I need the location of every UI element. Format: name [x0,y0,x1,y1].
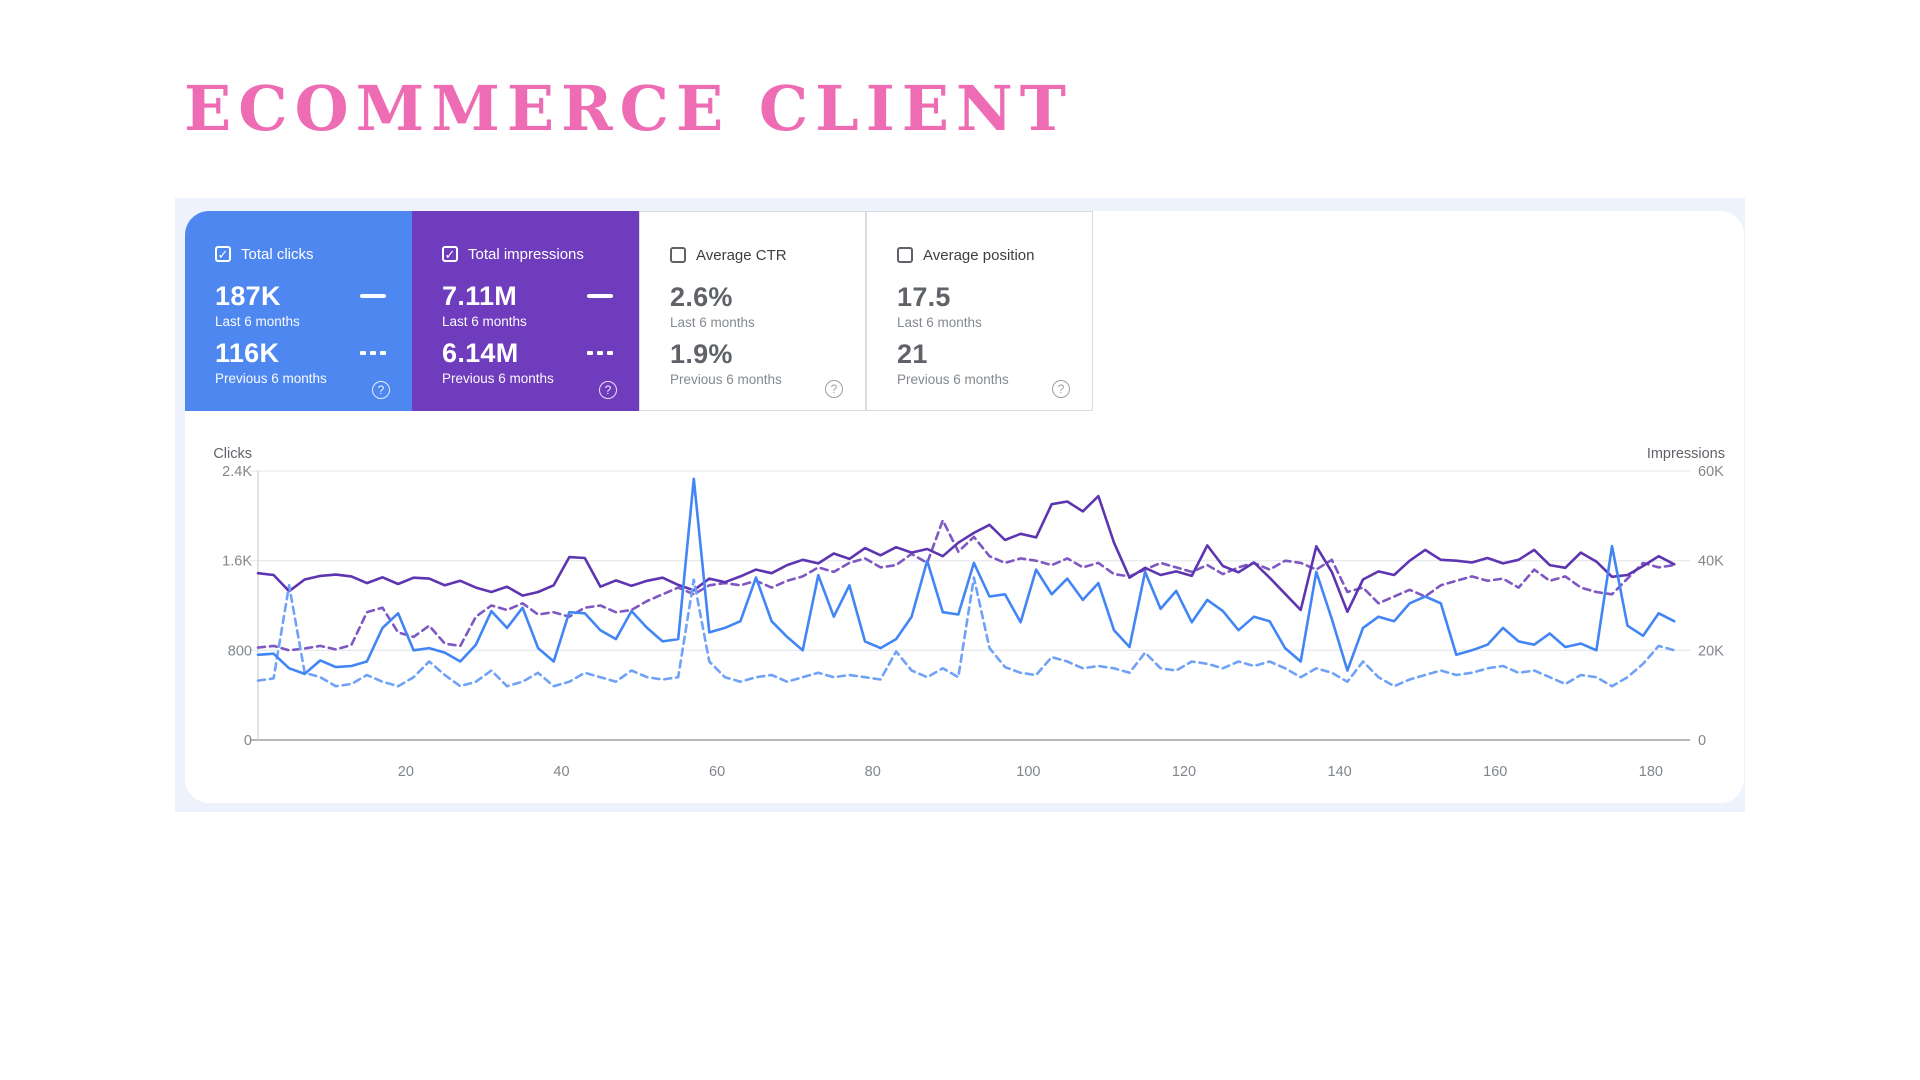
series-impressions-current [256,494,1676,614]
svg-text:20K: 20K [1698,643,1724,659]
performance-card: ✓ Total clicks 187K Last 6 months 116K P… [185,211,1744,803]
svg-text:180: 180 [1639,764,1663,780]
series-clicks-current [256,477,1676,676]
page-title: ECOMMERCE CLIENT [184,72,1073,145]
svg-text:20: 20 [398,764,414,780]
svg-text:160: 160 [1483,764,1507,780]
svg-text:0: 0 [1698,733,1706,749]
svg-text:1.6K: 1.6K [222,554,252,570]
svg-text:800: 800 [228,643,252,659]
svg-text:40K: 40K [1698,554,1724,570]
performance-chart[interactable]: Clicks Impressions 0 800 1.6K 2.4K 0 20K 40K 60K 2… [185,211,1744,803]
svg-text:60K: 60K [1698,464,1724,480]
page: ECOMMERCE CLIENT ✓ Total clicks 187K Las… [0,0,1920,1080]
svg-text:60: 60 [709,764,725,780]
right-axis-title: Impressions [1647,446,1725,462]
svg-text:2.4K: 2.4K [222,464,252,480]
svg-text:40: 40 [553,764,569,780]
svg-text:100: 100 [1016,764,1040,780]
left-axis-title: Clicks [213,446,252,462]
report-panel: ✓ Total clicks 187K Last 6 months 116K P… [175,198,1745,812]
svg-text:80: 80 [865,764,881,780]
svg-text:0: 0 [244,733,252,749]
svg-text:120: 120 [1172,764,1196,780]
svg-text:140: 140 [1328,764,1352,780]
series-clicks-previous [256,576,1676,688]
